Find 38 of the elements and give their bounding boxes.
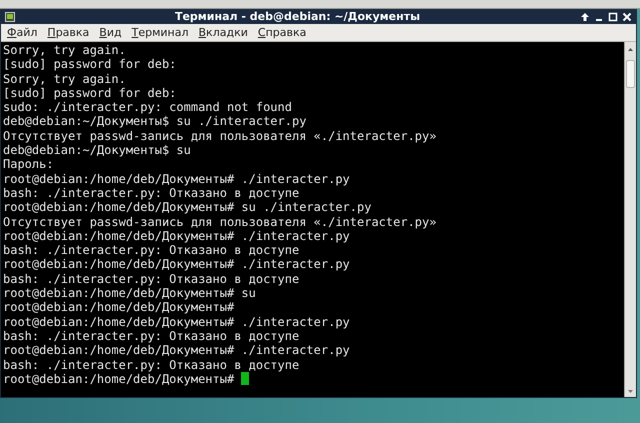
close-icon[interactable] xyxy=(622,12,632,22)
terminal-line: sudo: ./interacter.py: command not found xyxy=(3,100,293,114)
menu-item[interactable]: Правка xyxy=(47,26,90,39)
window-title: Терминал - deb@debian: ~/Документы xyxy=(174,10,422,23)
terminal-line: Отсутствует passwd-запись для пользователя «./interacter.py» xyxy=(3,214,438,229)
terminal-line: root@debian:/home/deb/Документы# ./interacter.py xyxy=(3,257,351,272)
menu-item[interactable]: Вкладки xyxy=(198,26,248,39)
terminal-line: Sorry, try again. xyxy=(3,72,127,86)
terminal-line: [sudo] password for deb: xyxy=(3,86,178,100)
terminal-line: Sorry, try again. xyxy=(3,43,127,58)
scroll-thumb[interactable] xyxy=(626,60,635,88)
terminal-line: bash: ./interacter.py: Отказано в доступе xyxy=(3,272,300,286)
terminal-line: root@debian:/home/deb/Документы# xyxy=(3,300,236,315)
menu-item[interactable]: Файл xyxy=(7,26,38,39)
terminal-icon xyxy=(5,12,15,22)
menu-item[interactable]: Справка xyxy=(258,26,306,39)
terminal-line: Пароль: xyxy=(3,157,55,172)
scrollbar[interactable] xyxy=(624,42,636,397)
terminal-line: [sudo] password for deb: xyxy=(3,57,178,72)
up-arrow-icon[interactable] xyxy=(580,12,590,22)
menu-item[interactable]: Терминал xyxy=(132,26,188,39)
terminal-line: Отсутствует passwd-запись для пользователя «./interacter.py» xyxy=(3,128,438,144)
menu-item[interactable]: Вид xyxy=(99,26,122,39)
terminal-line: root@debian:/home/deb/Документы# ./interacter.py xyxy=(3,343,351,358)
terminal-line: bash: ./interacter.py: Отказано в доступе xyxy=(3,328,300,344)
terminal-line: root@debian:/home/deb/Документы# ./interacter.py xyxy=(3,228,351,244)
terminal-line: root@debian:/home/deb/Документы# ./interacter.py xyxy=(3,314,351,329)
terminal-line: root@debian:/home/deb/Документы# su xyxy=(3,286,257,300)
terminal-line: bash: ./interacter.py: Отказано в доступе xyxy=(3,243,300,258)
terminal-line: root@debian:/home/deb/Документы# su ./interacter.py xyxy=(3,200,372,215)
terminal-line: deb@debian:~/Документы$ su ./interacter.py xyxy=(3,114,308,129)
terminal-line: root@debian:/home/deb/Документы# ./interacter.py xyxy=(3,172,351,186)
text-cursor xyxy=(241,372,250,385)
terminal-line: bash: ./interacter.py: Отказано в доступе xyxy=(3,186,300,200)
terminal-line: deb@debian:~/Документы$ su xyxy=(3,143,192,158)
terminal-line: bash: ./interacter.py: Отказано в доступе xyxy=(3,358,300,372)
maximize-icon[interactable] xyxy=(608,12,618,22)
terminal-line: root@debian:/home/deb/Документы# xyxy=(3,372,236,386)
